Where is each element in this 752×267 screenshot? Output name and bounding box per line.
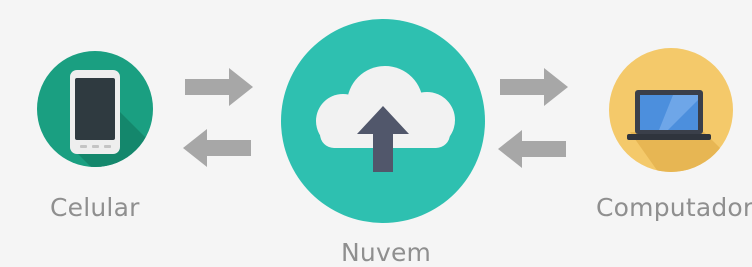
laptop-icon [627, 90, 711, 140]
computer-node [609, 48, 733, 172]
computer-label: Computador [596, 193, 752, 222]
arrow-phone-to-cloud [185, 68, 253, 106]
smartphone-icon [70, 70, 120, 154]
arrow-cloud-to-computer [500, 68, 568, 106]
cloud-label: Nuvem [341, 238, 432, 267]
phone-node [37, 51, 153, 167]
arrow-cloud-to-phone [183, 129, 251, 167]
phone-label: Celular [50, 193, 140, 222]
sync-diagram: Celular Nuvem Computador [0, 0, 752, 267]
diagram-canvas [37, 19, 733, 223]
arrow-computer-to-cloud [498, 130, 566, 168]
cloud-node [281, 19, 485, 223]
